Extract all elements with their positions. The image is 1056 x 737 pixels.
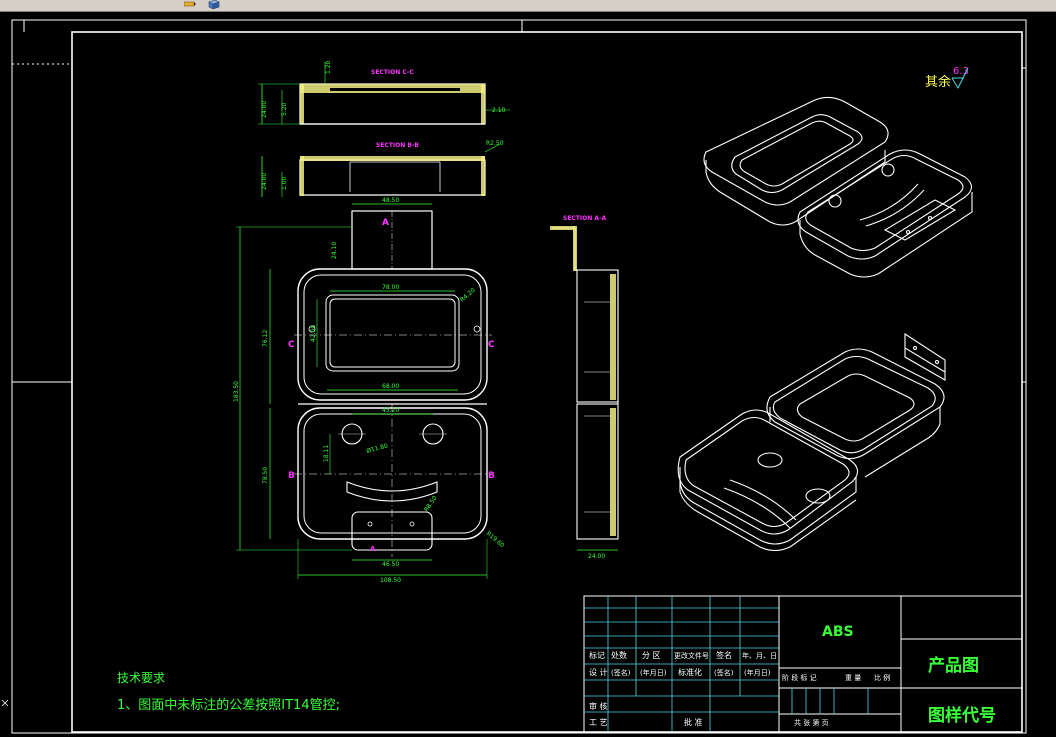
tb-row1-c6: 年、月、日 <box>742 651 777 660</box>
tb-row1-c2: 处数 <box>611 650 627 660</box>
dim-r4-20: R4.20 <box>459 287 477 304</box>
surface-finish-symbol: 其余 6.3 <box>925 66 969 90</box>
dim-45-20: 45.20 <box>382 407 399 414</box>
dim-24-bb: 24.00 <box>261 173 268 190</box>
tb-row2-c4: 标准化 <box>678 667 702 677</box>
dim-78-00: 78.00 <box>382 284 399 291</box>
dim-78-50: 78.50 <box>262 467 269 484</box>
dim-phi-11-80: Ø11.80 <box>366 442 389 454</box>
cut-c-left: C <box>288 340 295 350</box>
dim-48-50: 48.50 <box>382 197 399 204</box>
isometric-view-open <box>677 332 946 552</box>
tb-pizhun: 批 准 <box>684 717 703 727</box>
section-a-a-view: SECTION A-A 24.00 <box>550 215 619 560</box>
dim-46-50: 46.50 <box>382 561 399 568</box>
tb-stage-label: 阶 段 标 记 <box>782 673 817 682</box>
tb-row1-c5: 签名 <box>716 650 732 660</box>
dim-r2-50: R2.50 <box>486 140 504 147</box>
dim-24-10: 24.10 <box>331 242 338 259</box>
tb-row1-c4: 更改文件号 <box>674 651 709 660</box>
dim-2-10: 2.10 <box>492 107 506 114</box>
drawing-name: 产品图 <box>928 655 979 676</box>
dim-68-00: 68.00 <box>382 383 399 390</box>
pencil-icon[interactable] <box>184 0 196 9</box>
tb-row2-c3: (年月日) <box>640 668 667 677</box>
dim-1-00: 1.00 <box>281 176 288 190</box>
dim-18-11: 18.11 <box>323 445 330 462</box>
tb-sheets: 共 张 第 页 <box>794 718 829 727</box>
cut-c-right: C <box>488 340 495 350</box>
dim-24-aa: 24.00 <box>588 553 605 560</box>
cut-a-top: A <box>382 218 389 228</box>
tb-gong: 工 艺 <box>589 718 608 727</box>
tb-row2-c6: (年月日) <box>744 668 771 677</box>
section-c-c-view: SECTION C-C 24.00 5.20 1.20 2.10 <box>258 60 510 125</box>
dim-76-12: 76.12 <box>262 330 269 347</box>
toolbar-strip <box>0 0 1056 12</box>
drawing-canvas[interactable]: SECTION C-C 24.00 5.20 1.20 2.10 SECTION… <box>0 12 1056 737</box>
dim-24-cc: 24.00 <box>261 101 268 118</box>
title-block: 标记 处数 分 区 更改文件号 签名 年、月、日 设 计 (签名) (年月日) … <box>583 595 1023 733</box>
section-b-b-view: SECTION B-B 24.00 1.00 R2.50 <box>261 140 504 197</box>
cut-a-bottom: A <box>370 545 376 553</box>
tech-req-title: 技术要求 <box>117 671 165 685</box>
dim-108-50: 108.50 <box>380 577 401 584</box>
section-a-a-label: SECTION A-A <box>563 215 606 222</box>
material-name: ABS <box>822 624 854 640</box>
cut-b-right: B <box>488 471 495 481</box>
dim-r19-60: R19.60 <box>485 530 506 549</box>
tb-shen: 审 核 <box>589 701 608 711</box>
dim-42-00: 42.00 <box>310 325 317 342</box>
tb-row2-c1: 设 计 <box>589 667 608 677</box>
tb-scale-label: 比 例 <box>874 673 890 682</box>
ucs-marker <box>1 699 9 707</box>
tb-row2-c5: (签名) <box>714 668 734 677</box>
drawing-frame <box>11 19 1027 734</box>
isometric-view-closed <box>703 96 973 278</box>
tb-row1-c3: 分 区 <box>642 651 661 660</box>
surface-finish-label: 其余 <box>925 74 951 90</box>
tb-row2-c2: (签名) <box>611 668 631 677</box>
tb-weight-label: 重 量 <box>845 674 861 682</box>
dim-1-20: 1.20 <box>325 60 332 74</box>
cut-b-left: B <box>288 471 295 481</box>
tb-row1-c1: 标记 <box>589 650 605 660</box>
tech-req-line1: 1、图面中未标注的公差按照IT14管控; <box>117 697 340 713</box>
dim-r8-50: R8.50 <box>423 495 439 514</box>
cube-icon[interactable] <box>206 0 220 9</box>
drawing-code: 图样代号 <box>928 705 996 726</box>
technical-requirements: 技术要求 1、图面中未标注的公差按照IT14管控; <box>117 671 340 713</box>
section-b-b-label: SECTION B-B <box>376 142 419 149</box>
section-c-c-label: SECTION C-C <box>371 69 414 76</box>
dim-183-50: 183.50 <box>233 381 240 402</box>
dim-5-20: 5.20 <box>281 102 288 116</box>
